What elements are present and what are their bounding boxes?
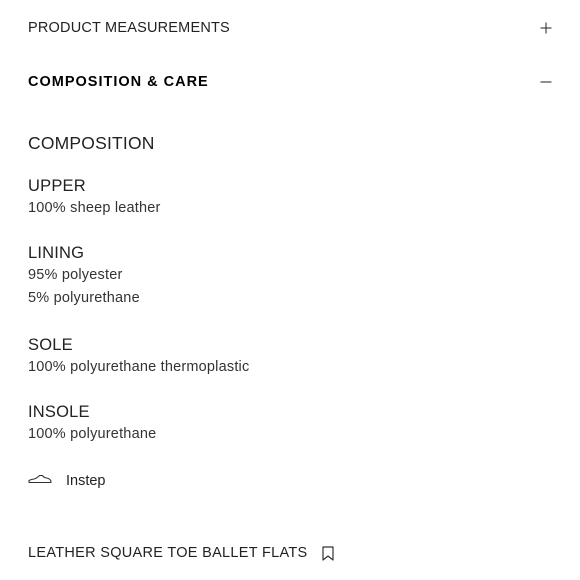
part-line: 100% polyurethane: [28, 426, 157, 442]
part-line: 5% polyurethane: [28, 290, 140, 306]
bookmark-icon[interactable]: [321, 545, 334, 561]
part-label: SOLE: [28, 336, 73, 354]
part-line: 100% polyurethane thermoplastic: [28, 359, 250, 375]
part-label: INSOLE: [28, 403, 90, 421]
part-line: 100% sheep leather: [28, 200, 161, 216]
minus-icon[interactable]: [538, 74, 554, 90]
composition-part-insole: INSOLE 100% polyurethane: [28, 403, 156, 442]
composition-part-lining: LINING 95% polyester 5% polyurethane: [28, 244, 140, 306]
product-name: LEATHER SQUARE TOE BALLET FLATS: [28, 545, 308, 561]
shoe-icon: [28, 472, 52, 490]
accordion-title-product-measurements[interactable]: PRODUCT MEASUREMENTS: [28, 20, 230, 36]
composition-heading: COMPOSITION: [28, 133, 155, 153]
composition-part-sole: SOLE 100% polyurethane thermoplastic: [28, 336, 249, 375]
instep-label: Instep: [66, 473, 106, 489]
composition-part-upper: UPPER 100% sheep leather: [28, 177, 161, 216]
part-label: UPPER: [28, 177, 86, 195]
accordion-composition-care[interactable]: COMPOSITION & CARE: [28, 74, 554, 90]
plus-icon[interactable]: [538, 20, 554, 36]
product-title-row: LEATHER SQUARE TOE BALLET FLATS: [28, 545, 334, 561]
instep-item: Instep: [28, 472, 106, 490]
part-line: 95% polyester: [28, 267, 123, 283]
accordion-product-measurements[interactable]: PRODUCT MEASUREMENTS: [28, 20, 554, 36]
accordion-title-composition-care[interactable]: COMPOSITION & CARE: [28, 74, 209, 90]
part-label: LINING: [28, 244, 85, 262]
